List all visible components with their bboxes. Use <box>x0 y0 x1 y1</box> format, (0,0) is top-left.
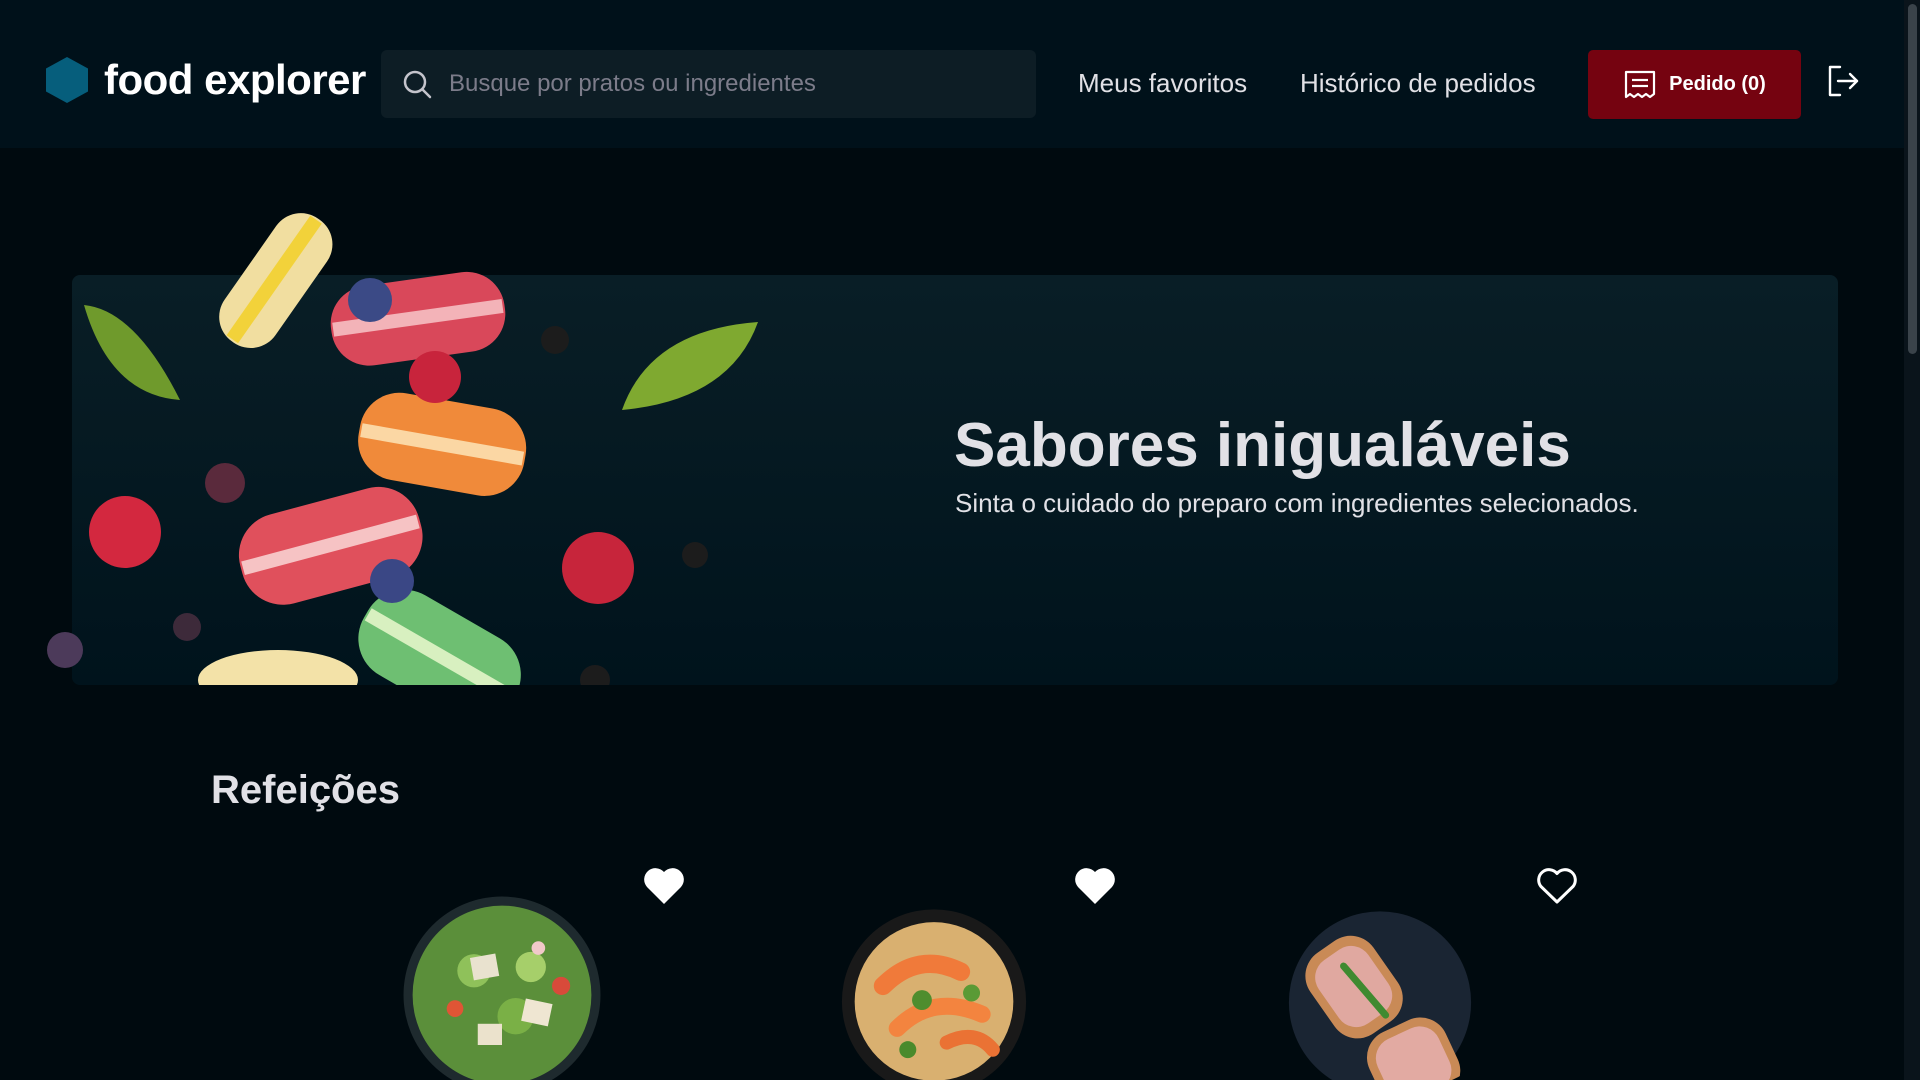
banner-subtitle: Sinta o cuidado do preparo com ingredien… <box>955 488 1639 518</box>
favorite-heart-outline-icon[interactable] <box>1535 866 1579 906</box>
search-icon <box>403 70 432 99</box>
banner-title: Sabores inigualáveis <box>954 411 1571 480</box>
receipt-icon <box>1625 70 1656 98</box>
salad-dish-image[interactable] <box>370 895 634 1080</box>
scrollbar-thumb[interactable] <box>1908 4 1917 354</box>
hexagon-logo-icon <box>46 57 88 103</box>
brand[interactable]: food explorer <box>46 56 366 104</box>
scrollbar[interactable] <box>1904 0 1920 1080</box>
shrimp-pasta-dish-image[interactable] <box>802 908 1066 1080</box>
sign-out-icon[interactable] <box>1826 64 1860 98</box>
favorite-heart-icon[interactable] <box>642 866 686 906</box>
search-box[interactable] <box>381 50 1036 118</box>
nav-history-link[interactable]: Histórico de pedidos <box>1300 68 1536 99</box>
search-input[interactable] <box>449 70 1009 98</box>
favorite-heart-icon[interactable] <box>1073 866 1117 906</box>
brand-name: food explorer <box>104 56 366 103</box>
bruschetta-dish-image[interactable] <box>1248 910 1512 1080</box>
nav-favorites-link[interactable]: Meus favoritos <box>1078 68 1247 99</box>
order-button-label: Pedido (0) <box>1669 73 1766 95</box>
macarons-illustration <box>47 213 758 685</box>
order-button[interactable]: Pedido (0) <box>1588 50 1801 119</box>
section-title: Refeições <box>211 768 400 812</box>
header: food explorer Meus favoritos Histórico d… <box>0 0 1904 148</box>
